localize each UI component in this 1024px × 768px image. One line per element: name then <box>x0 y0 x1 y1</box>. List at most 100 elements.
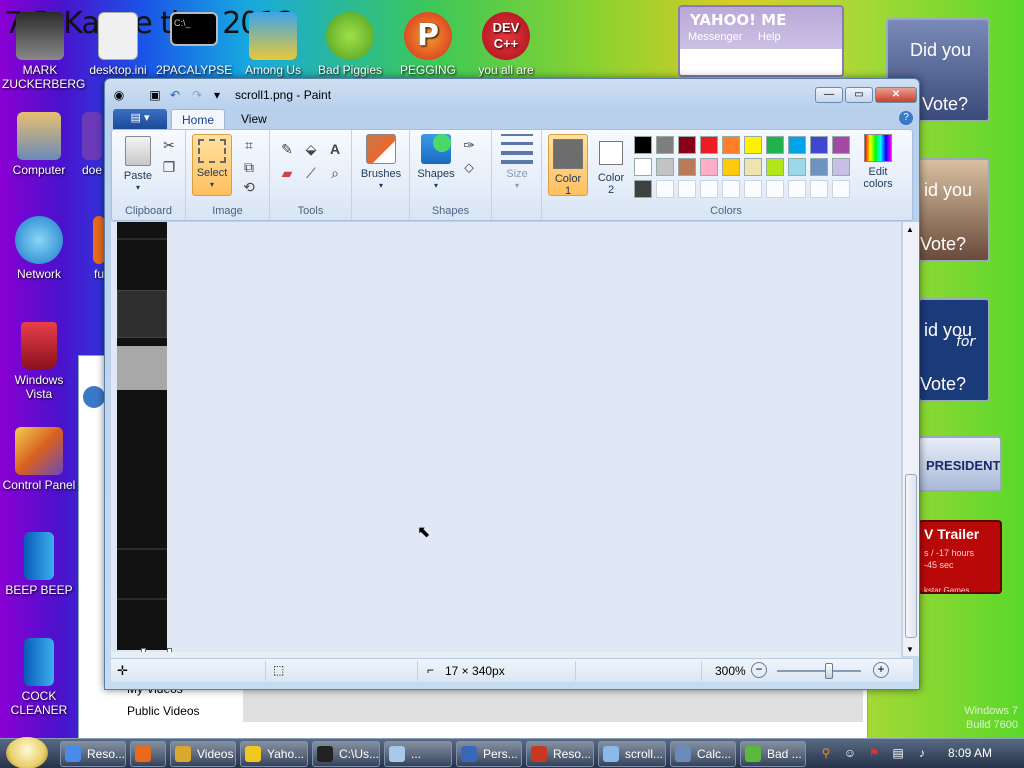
select-button[interactable]: Select ▾ <box>192 134 232 196</box>
palette-swatch-empty[interactable] <box>722 180 740 198</box>
palette-swatch[interactable] <box>832 158 850 176</box>
palette-swatch[interactable] <box>634 158 652 176</box>
palette-swatch[interactable] <box>656 136 674 154</box>
zoom-out-button[interactable]: − <box>751 662 767 678</box>
scroll-up-icon[interactable]: ▲ <box>906 225 914 234</box>
taskbar-button[interactable]: Calc... <box>670 741 736 767</box>
taskbar-button[interactable]: Videos <box>170 741 236 767</box>
shapes-button[interactable]: Shapes ▾ <box>414 134 458 192</box>
minimize-button[interactable]: — <box>815 87 843 103</box>
zoom-slider[interactable] <box>777 670 861 672</box>
palette-swatch[interactable] <box>678 158 696 176</box>
save-icon[interactable]: ▣ <box>147 87 163 103</box>
text-icon[interactable]: A <box>326 140 344 158</box>
desktop-icon-pegging[interactable]: P PEGGING <box>390 12 466 77</box>
palette-swatch-empty[interactable] <box>832 180 850 198</box>
vote-widget-2[interactable]: id you Vote? <box>918 158 990 262</box>
taskbar-button[interactable]: Reso... <box>526 741 594 767</box>
eraser-icon[interactable]: ▰ <box>278 164 296 182</box>
security-tray-icon[interactable]: ⚑ <box>866 745 882 761</box>
zoom-slider-thumb[interactable] <box>825 663 833 679</box>
president-widget[interactable]: PRESIDENT <box>918 436 1002 492</box>
fill-shape-icon[interactable]: ⬦ <box>460 158 478 176</box>
close-button[interactable]: ✕ <box>875 87 917 103</box>
palette-swatch-empty[interactable] <box>656 180 674 198</box>
image-canvas[interactable] <box>117 222 167 650</box>
desktop-icon-network[interactable]: Network <box>1 216 77 281</box>
palette-swatch[interactable] <box>700 158 718 176</box>
taskbar-button[interactable]: Reso... <box>60 741 126 767</box>
palette-swatch[interactable] <box>810 158 828 176</box>
resize-icon[interactable]: ⧉ <box>240 158 258 176</box>
edit-colors-button[interactable]: Edit colors <box>856 134 900 190</box>
palette-swatch-empty[interactable] <box>700 180 718 198</box>
customize-quick-access-icon[interactable]: ▾ <box>209 87 225 103</box>
tab-home[interactable]: Home <box>171 109 226 130</box>
palette-swatch-empty[interactable] <box>810 180 828 198</box>
palette-swatch[interactable] <box>832 136 850 154</box>
redo-icon[interactable]: ↷ <box>189 87 205 103</box>
tab-view[interactable]: View <box>231 109 277 130</box>
outline-icon[interactable]: ✑ <box>460 136 478 154</box>
fill-icon[interactable]: ⬙ <box>302 140 320 158</box>
pencil-icon[interactable]: ✎ <box>278 140 296 158</box>
undo-icon[interactable]: ↶ <box>167 87 183 103</box>
palette-swatch[interactable] <box>810 136 828 154</box>
maximize-button[interactable]: ▭ <box>845 87 873 103</box>
color-picker-icon[interactable]: ⟋ <box>302 164 320 182</box>
color1-button[interactable]: Color 1 <box>548 134 588 197</box>
help-icon[interactable]: ? <box>899 111 913 125</box>
network-tray-icon[interactable]: ▤ <box>890 745 906 761</box>
desktop-icon-among-us[interactable]: Among Us <box>235 12 311 77</box>
volume-icon[interactable]: ♪ <box>914 745 930 761</box>
palette-swatch[interactable] <box>656 158 674 176</box>
color2-button[interactable]: Color 2 <box>592 134 630 196</box>
paint-menu-button[interactable]: ▤ ▾ <box>113 109 167 129</box>
palette-swatch[interactable] <box>678 136 696 154</box>
desktop-icon-you-all-are[interactable]: DEV C++ you all are <box>468 12 544 77</box>
desktop-icon-cock-cleaner[interactable]: COCK CLEANER <box>1 638 77 717</box>
desktop-icon-windows-vista[interactable]: Windows Vista <box>1 322 77 401</box>
start-button[interactable] <box>6 737 48 768</box>
palette-swatch[interactable] <box>788 158 806 176</box>
desktop-icon-control-panel[interactable]: Control Panel <box>1 427 77 492</box>
taskbar-button[interactable]: Pers... <box>456 741 522 767</box>
size-button[interactable]: Size ▾ <box>498 134 536 192</box>
cut-icon[interactable]: ✂ <box>160 136 178 154</box>
trailer-widget[interactable]: V Trailer s / -17 hours -45 sec kstar Ga… <box>918 520 1002 594</box>
brushes-button[interactable]: Brushes ▾ <box>358 134 404 192</box>
desktop-icon-partial-1[interactable]: doe <box>78 112 106 177</box>
palette-swatch[interactable] <box>744 136 762 154</box>
desktop-icon-desktop-ini[interactable]: desktop.ini <box>80 12 156 77</box>
back-icon[interactable] <box>83 386 105 408</box>
palette-swatch[interactable] <box>788 136 806 154</box>
copy-icon[interactable]: ❐ <box>160 158 178 176</box>
scroll-down-icon[interactable]: ▼ <box>906 645 914 654</box>
zoom-in-button[interactable]: + <box>873 662 889 678</box>
scroll-thumb[interactable] <box>905 474 917 638</box>
magnifier-icon[interactable]: ⌕ <box>326 164 344 182</box>
crop-icon[interactable]: ⌗ <box>240 136 258 154</box>
explorer-item-public-videos[interactable]: Public Videos <box>127 704 200 718</box>
palette-swatch[interactable] <box>700 136 718 154</box>
paste-button[interactable]: Paste ▾ <box>118 136 158 194</box>
palette-swatch-empty[interactable] <box>678 180 696 198</box>
taskbar-button[interactable]: C:\Us... <box>312 741 380 767</box>
rotate-icon[interactable]: ⟲ <box>240 178 258 196</box>
taskbar-button[interactable]: scroll... <box>598 741 666 767</box>
taskbar-button[interactable]: Yaho... <box>240 741 308 767</box>
desktop-icon-mark-zuckerberg[interactable]: MARK ZUCKERBERG <box>2 12 85 91</box>
palette-swatch-empty[interactable] <box>766 180 784 198</box>
desktop-icon-2pacalypse[interactable]: C:\_ 2PACALYPSE <box>156 12 232 77</box>
vertical-scrollbar[interactable]: ▲ ▼ <box>902 222 919 656</box>
palette-swatch[interactable] <box>634 180 652 198</box>
palette-swatch[interactable] <box>722 158 740 176</box>
desktop-icon-computer[interactable]: Computer <box>1 112 77 177</box>
palette-swatch[interactable] <box>766 136 784 154</box>
palette-swatch[interactable] <box>766 158 784 176</box>
palette-swatch-empty[interactable] <box>744 180 762 198</box>
paint-window[interactable]: ◉ ▣ ↶ ↷ ▾ scroll1.png - Paint — ▭ ✕ ▤ ▾ … <box>104 78 920 690</box>
taskbar-button[interactable] <box>130 741 166 767</box>
clock[interactable]: 8:09 AM <box>948 746 992 760</box>
desktop-icon-beep-beep[interactable]: BEEP BEEP <box>1 532 77 597</box>
